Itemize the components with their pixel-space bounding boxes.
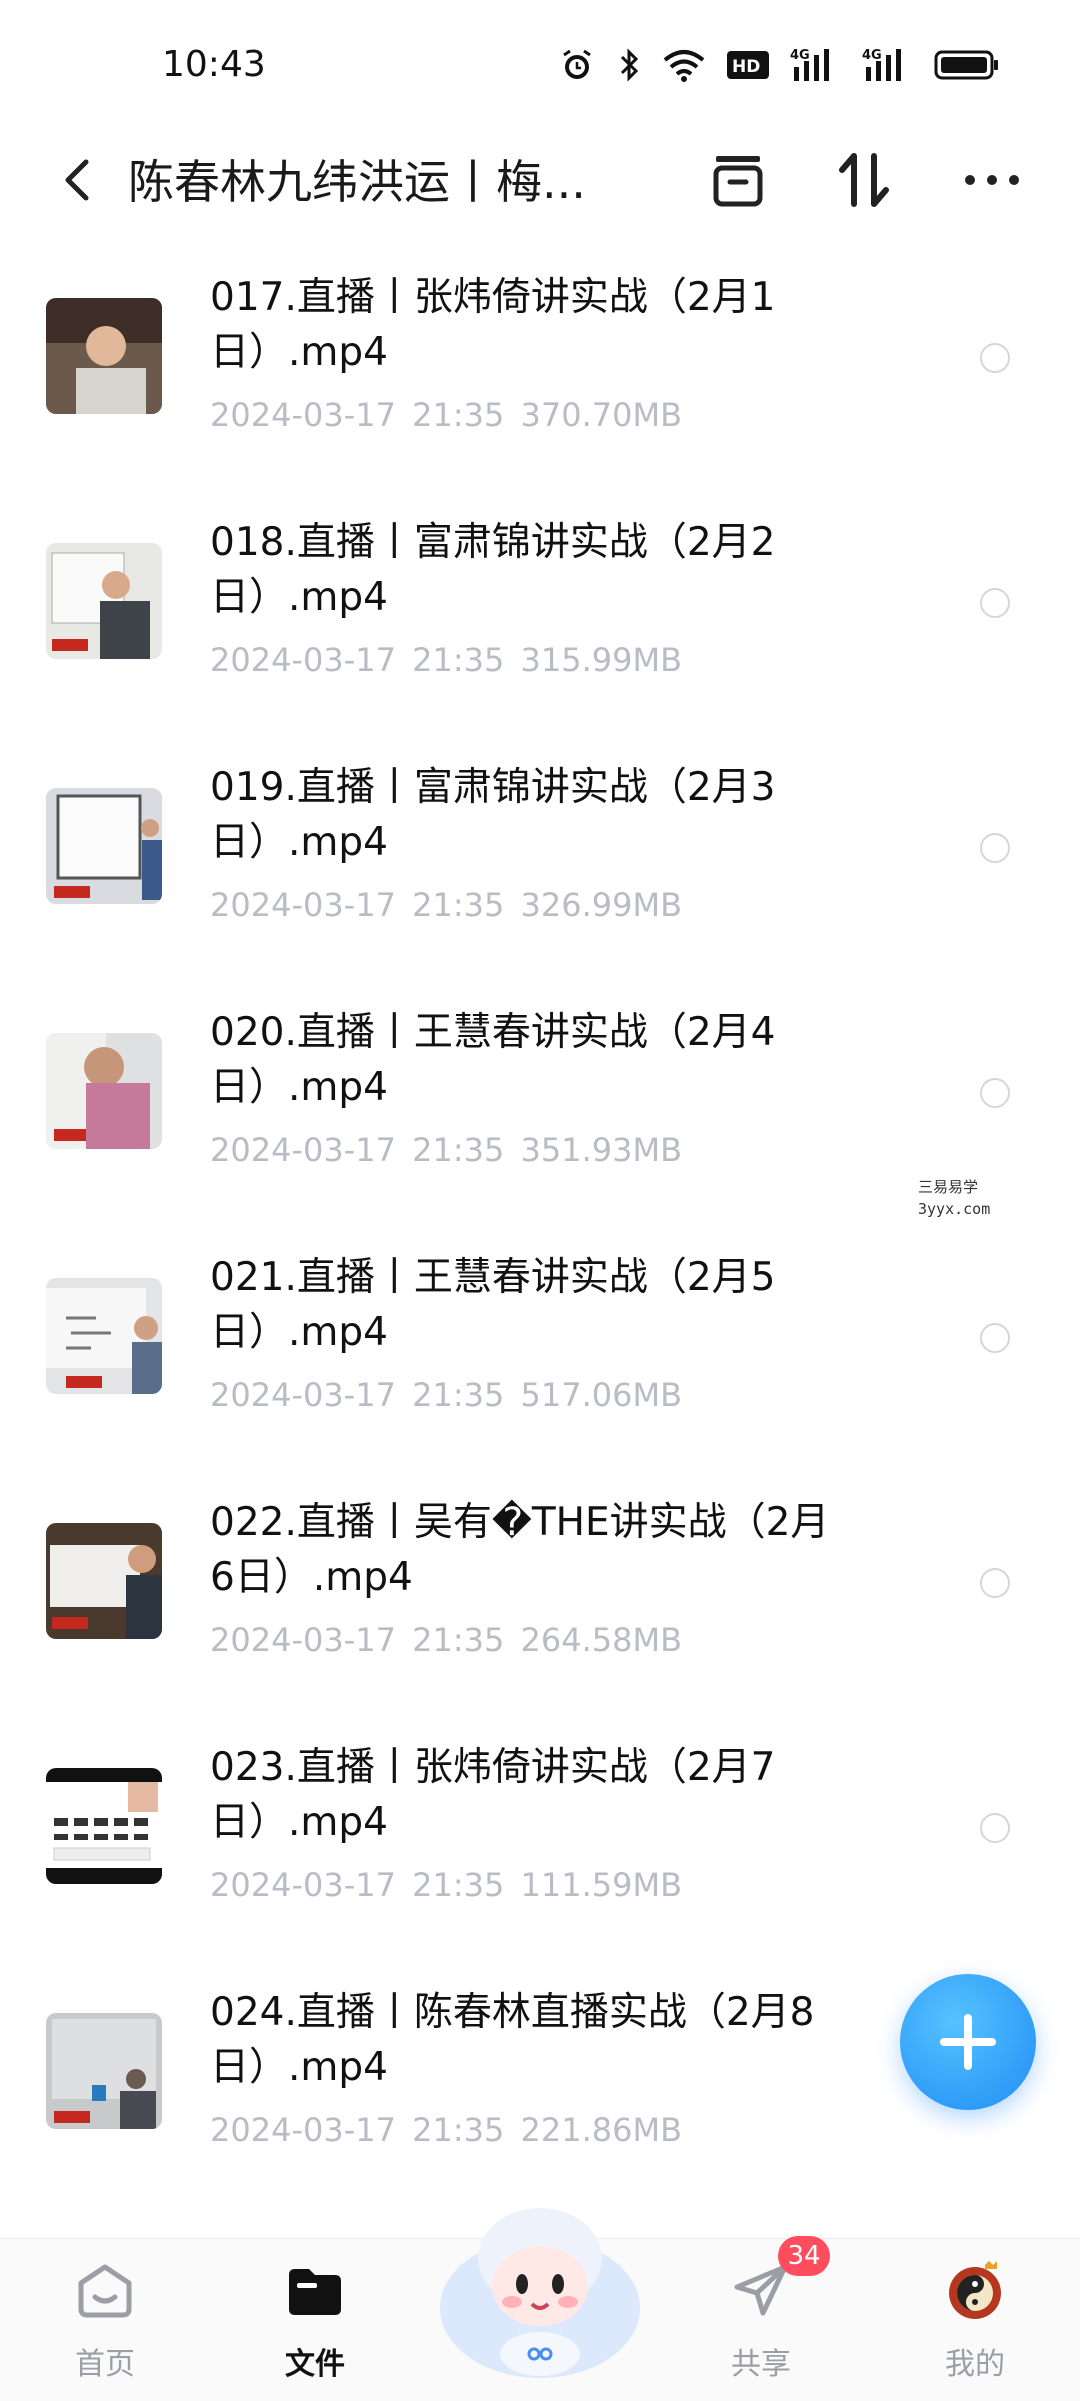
hd-label: HD xyxy=(732,57,760,77)
watermark: 三易易学 3yyx.com xyxy=(918,1176,990,1220)
hd-icon: HD xyxy=(727,51,769,79)
plus-icon xyxy=(940,2014,996,2070)
file-time: 21:35 xyxy=(412,1376,505,1414)
video-thumbnail xyxy=(46,543,162,659)
video-thumbnail xyxy=(46,1523,162,1639)
file-size: 264.58MB xyxy=(520,1621,683,1659)
file-time: 21:35 xyxy=(412,641,505,679)
avatar-icon xyxy=(949,2261,1001,2319)
file-time: 21:35 xyxy=(412,396,505,434)
file-row[interactable]: 022.直播丨吴有�THE讲实战（2月6日）.mp4 2024-03-17 21… xyxy=(0,1475,1080,1720)
video-thumbnail xyxy=(46,1278,162,1394)
file-row[interactable]: 023.直播丨张炜倚讲实战（2月7日）.mp4 2024-03-17 21:35… xyxy=(0,1720,1080,1965)
select-radio[interactable] xyxy=(980,1078,1010,1108)
mascot-icon[interactable] xyxy=(432,2178,648,2388)
file-time: 21:35 xyxy=(412,2111,505,2149)
file-meta: 2024-03-17 21:35 315.99MB xyxy=(210,641,682,679)
net-label-2: 4G xyxy=(862,48,882,63)
select-radio[interactable] xyxy=(980,1813,1010,1843)
status-icons: HD 4G 4G xyxy=(558,46,1000,84)
header: 陈春林九纬洪运丨梅... xyxy=(0,130,1080,230)
nav-home-label: 首页 xyxy=(75,2347,135,2382)
file-name: 018.直播丨富肃锦讲实战（2月2日）.mp4 xyxy=(210,520,776,620)
file-size: 111.59MB xyxy=(520,1866,683,1904)
video-thumbnail xyxy=(46,1768,162,1884)
folder-icon xyxy=(289,2269,341,2315)
file-name: 024.直播丨陈春林直播实战（2月8日）.mp4 xyxy=(210,1990,815,2090)
file-meta: 2024-03-17 21:35 221.86MB xyxy=(210,2111,682,2149)
select-radio[interactable] xyxy=(980,1568,1010,1598)
file-meta: 2024-03-17 21:35 517.06MB xyxy=(210,1376,682,1414)
file-meta: 2024-03-17 21:35 326.99MB xyxy=(210,886,682,924)
nav-mine-label: 我的 xyxy=(945,2347,1005,2382)
wifi-icon xyxy=(663,50,705,82)
file-name: 023.直播丨张炜倚讲实战（2月7日）.mp4 xyxy=(210,1745,776,1845)
status-bar: 10:43 HD 4G 4G xyxy=(0,0,1080,130)
file-name: 017.直播丨张炜倚讲实战（2月1日）.mp4 xyxy=(210,275,776,375)
nav-files[interactable]: 文件 xyxy=(240,2239,390,2401)
select-radio[interactable] xyxy=(980,343,1010,373)
select-radio[interactable] xyxy=(980,1323,1010,1353)
watermark-line-2: 3yyx.com xyxy=(918,1200,991,1218)
share-badge: 34 xyxy=(778,2236,830,2276)
file-time: 21:35 xyxy=(412,1621,505,1659)
file-date: 2024-03-17 xyxy=(210,2111,396,2149)
file-row[interactable]: 019.直播丨富肃锦讲实战（2月3日）.mp4 2024-03-17 21:35… xyxy=(0,740,1080,985)
file-row[interactable]: 017.直播丨张炜倚讲实战（2月1日）.mp4 2024-03-17 21:35… xyxy=(0,250,1080,495)
more-icon[interactable] xyxy=(960,148,1024,212)
file-meta: 2024-03-17 21:35 264.58MB xyxy=(210,1621,682,1659)
file-time: 21:35 xyxy=(412,1131,505,1169)
file-time: 21:35 xyxy=(412,1866,505,1904)
add-button[interactable] xyxy=(900,1974,1036,2110)
file-row[interactable]: 018.直播丨富肃锦讲实战（2月2日）.mp4 2024-03-17 21:35… xyxy=(0,495,1080,740)
sort-icon[interactable] xyxy=(832,148,896,212)
file-size: 370.70MB xyxy=(520,396,683,434)
video-thumbnail xyxy=(46,1033,162,1149)
watermark-line-1: 三易易学 xyxy=(918,1178,979,1196)
file-size: 517.06MB xyxy=(520,1376,683,1414)
file-meta: 2024-03-17 21:35 370.70MB xyxy=(210,396,682,434)
home-icon xyxy=(78,2264,132,2318)
file-name: 022.直播丨吴有�THE讲实战（2月6日）.mp4 xyxy=(210,1500,830,1600)
file-date: 2024-03-17 xyxy=(210,641,396,679)
file-date: 2024-03-17 xyxy=(210,886,396,924)
file-time: 21:35 xyxy=(412,886,505,924)
nav-files-label: 文件 xyxy=(285,2347,345,2382)
page-title: 陈春林九纬洪运丨梅... xyxy=(128,155,586,209)
video-thumbnail xyxy=(46,788,162,904)
file-size: 315.99MB xyxy=(520,641,683,679)
file-meta: 2024-03-17 21:35 351.93MB xyxy=(210,1131,682,1169)
paper-plane-icon xyxy=(734,2264,788,2316)
file-name: 019.直播丨富肃锦讲实战（2月3日）.mp4 xyxy=(210,765,776,865)
archive-box-icon[interactable] xyxy=(706,148,770,212)
file-name: 021.直播丨王慧春讲实战（2月5日）.mp4 xyxy=(210,1255,776,1355)
select-radio[interactable] xyxy=(980,588,1010,618)
select-radio[interactable] xyxy=(980,833,1010,863)
file-date: 2024-03-17 xyxy=(210,1376,396,1414)
file-date: 2024-03-17 xyxy=(210,1866,396,1904)
file-date: 2024-03-17 xyxy=(210,1621,396,1659)
signal-4g-icon-2: 4G xyxy=(862,48,901,81)
file-date: 2024-03-17 xyxy=(210,1131,396,1169)
back-arrow-icon[interactable] xyxy=(50,150,110,210)
alarm-icon xyxy=(563,49,591,79)
file-size: 221.86MB xyxy=(520,2111,683,2149)
video-thumbnail xyxy=(46,2013,162,2129)
file-size: 351.93MB xyxy=(520,1131,683,1169)
net-label-1: 4G xyxy=(790,48,810,63)
nav-mine[interactable]: 我的 xyxy=(900,2239,1050,2401)
file-date: 2024-03-17 xyxy=(210,396,396,434)
file-meta: 2024-03-17 21:35 111.59MB xyxy=(210,1866,682,1904)
nav-share-label: 共享 xyxy=(731,2347,791,2382)
nav-home[interactable]: 首页 xyxy=(30,2239,180,2401)
status-time: 10:43 xyxy=(162,44,266,85)
file-name: 020.直播丨王慧春讲实战（2月4日）.mp4 xyxy=(210,1010,776,1110)
bluetooth-icon xyxy=(620,48,639,82)
signal-4g-icon: 4G xyxy=(790,48,829,81)
file-row[interactable]: 021.直播丨王慧春讲实战（2月5日）.mp4 2024-03-17 21:35… xyxy=(0,1230,1080,1475)
video-thumbnail xyxy=(46,298,162,414)
battery-icon xyxy=(934,50,998,80)
file-size: 326.99MB xyxy=(520,886,683,924)
